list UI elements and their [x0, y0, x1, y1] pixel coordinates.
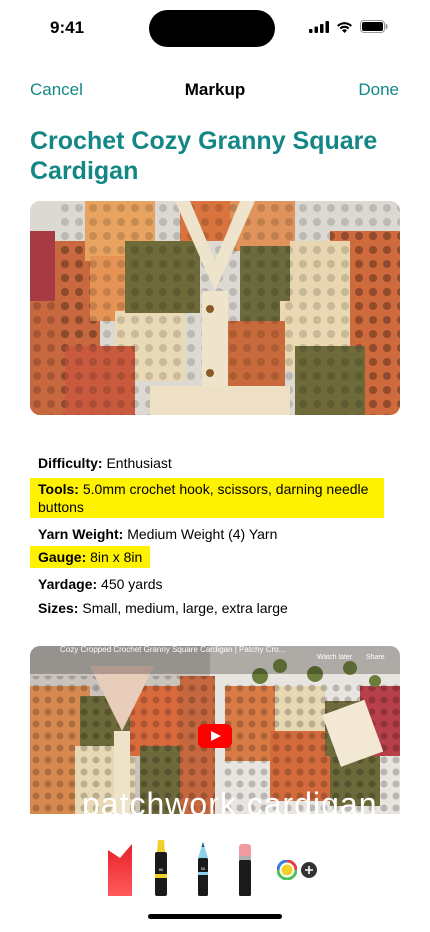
- tools-value: 5.0mm crochet hook, scissors, darning ne…: [38, 481, 369, 515]
- battery-icon: [360, 20, 388, 33]
- done-button[interactable]: Done: [358, 80, 399, 100]
- difficulty-row: Difficulty: Enthusiast: [30, 452, 180, 474]
- pencil-tool-icon[interactable]: 50: [194, 840, 212, 896]
- video-overlay-text: patchwork cardigan: [82, 786, 378, 814]
- yardage-label: Yardage:: [38, 576, 98, 592]
- watch-later-button[interactable]: Watch later: [317, 654, 352, 661]
- play-button-icon[interactable]: [198, 724, 232, 748]
- yarn-weight-label: Yarn Weight:: [38, 526, 124, 542]
- cancel-button[interactable]: Cancel: [30, 80, 83, 100]
- pencil-size-label: 50: [201, 866, 206, 871]
- yardage-row: Yardage: 450 yards: [30, 573, 171, 595]
- sizes-label: Sizes:: [38, 600, 79, 616]
- color-picker-icon[interactable]: [277, 860, 297, 880]
- gauge-row: Gauge: 8in x 8in: [30, 546, 151, 568]
- gauge-label: Gauge:: [38, 549, 87, 565]
- video-embed[interactable]: Cozy Cropped Crochet Granny Square Cardi…: [30, 646, 400, 814]
- pen-tool-icon[interactable]: [108, 844, 132, 896]
- sizes-value: Small, medium, large, extra large: [82, 600, 288, 616]
- gauge-value: 8in x 8in: [90, 549, 143, 565]
- difficulty-value: Enthusiast: [106, 455, 172, 471]
- cardigan-image: [30, 201, 400, 415]
- share-button[interactable]: Share: [366, 654, 385, 661]
- home-indicator: [148, 914, 282, 919]
- difficulty-label: Difficulty:: [38, 455, 103, 471]
- eraser-tool-icon[interactable]: [236, 844, 254, 896]
- status-time: 9:41: [50, 18, 85, 37]
- tools-row: Tools: 5.0mm crochet hook, scissors, dar…: [30, 478, 384, 518]
- add-tool-icon[interactable]: [301, 862, 317, 878]
- status-icons: [309, 20, 388, 33]
- dynamic-island: [149, 10, 275, 47]
- yarn-weight-value: Medium Weight (4) Yarn: [127, 526, 278, 542]
- document-title: Crochet Cozy Granny Square Cardigan: [30, 127, 378, 185]
- wifi-icon: [337, 21, 352, 33]
- yardage-value: 450 yards: [101, 576, 163, 592]
- tools-label: Tools:: [38, 481, 79, 497]
- marker-size-label: 80: [159, 867, 164, 872]
- marker-tool-icon[interactable]: 80: [152, 838, 170, 896]
- cellular-signal-icon: [309, 20, 329, 33]
- markup-toolbar: 80 50: [0, 832, 430, 902]
- sizes-row: Sizes: Small, medium, large, extra large: [30, 597, 296, 619]
- video-title: Cozy Cropped Crochet Granny Square Cardi…: [60, 646, 286, 654]
- yarn-weight-row: Yarn Weight: Medium Weight (4) Yarn: [30, 523, 285, 545]
